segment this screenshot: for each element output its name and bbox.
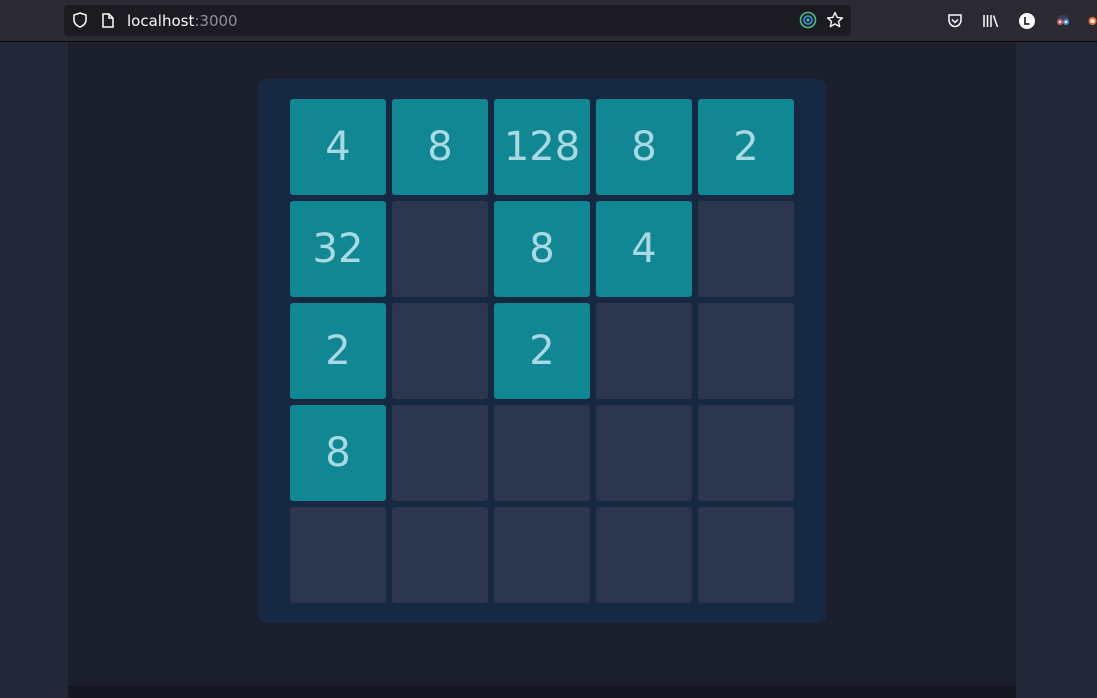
extension-target-icon[interactable] [799,11,817,29]
empty-cell [698,303,794,399]
tile-grid: 4 8 128 8 2 32 8 4 2 2 8 [290,99,794,603]
tile: 8 [392,99,488,195]
tile: 4 [596,201,692,297]
page-footer-strip [68,686,1016,698]
tile: 2 [290,303,386,399]
url-bar[interactable]: localhost:3000 [64,5,851,36]
empty-cell [698,201,794,297]
empty-cell [392,201,488,297]
extension-partial-icon[interactable] [1088,12,1097,30]
empty-cell [494,405,590,501]
tile: 2 [494,303,590,399]
empty-cell [698,507,794,603]
tile: 128 [494,99,590,195]
empty-cell [596,405,692,501]
page-gutter-left [0,42,68,698]
empty-cell [392,303,488,399]
tile: 4 [290,99,386,195]
tile: 32 [290,201,386,297]
tile: 2 [698,99,794,195]
empty-cell [392,507,488,603]
empty-cell [290,507,386,603]
account-avatar-icon[interactable] [1018,12,1036,30]
empty-cell [494,507,590,603]
pocket-icon[interactable] [946,12,964,30]
url-host: localhost [127,12,195,30]
empty-cell [698,405,794,501]
page-gutter-right [1016,42,1097,698]
library-icon[interactable] [982,12,1000,30]
tile: 8 [494,201,590,297]
page-icon [100,12,116,28]
browser-toolbar: localhost:3000 [0,0,1097,42]
url-text[interactable]: localhost:3000 [127,12,238,30]
empty-cell [596,507,692,603]
url-port: :3000 [194,12,238,30]
empty-cell [392,405,488,501]
empty-cell [596,303,692,399]
game-board: 4 8 128 8 2 32 8 4 2 2 8 [258,79,826,623]
shield-icon[interactable] [72,12,88,28]
extension-mask-icon[interactable] [1054,12,1072,30]
bookmark-star-icon[interactable] [826,11,844,29]
tile: 8 [596,99,692,195]
tile: 8 [290,405,386,501]
